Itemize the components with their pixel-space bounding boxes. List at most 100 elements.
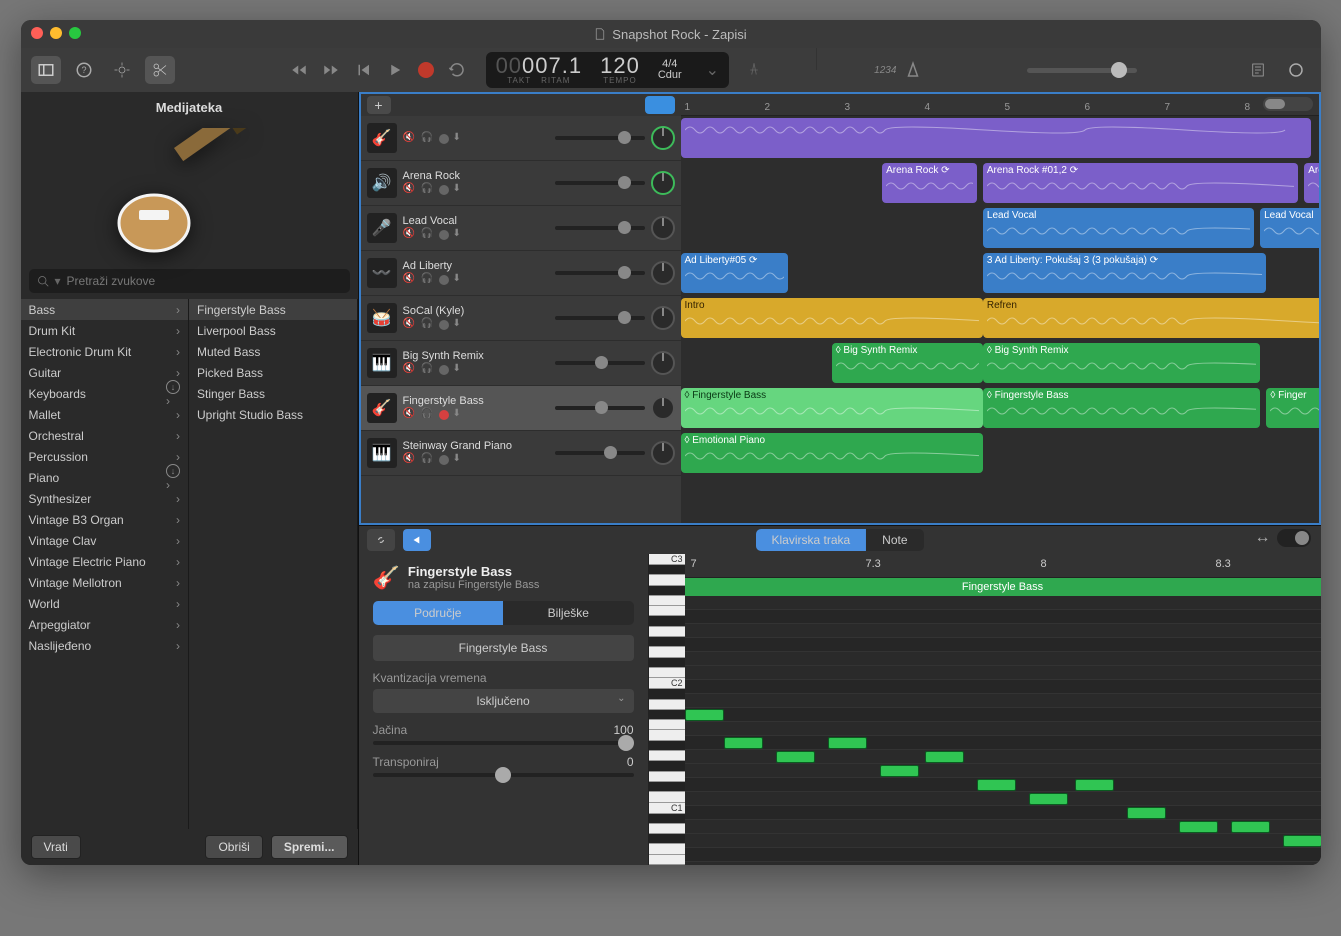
record-enable-icon[interactable] [439, 275, 449, 285]
record-button[interactable] [418, 62, 434, 78]
track-header[interactable]: 🔊 Arena Rock 🔇 🎧 ⬇ [361, 161, 681, 206]
region[interactable]: Refren [983, 298, 1319, 338]
midi-note[interactable] [1231, 821, 1270, 833]
track-volume-slider[interactable] [555, 406, 645, 410]
solo-icon[interactable]: 🎧 [421, 228, 435, 242]
tab-score[interactable]: Note [866, 529, 923, 551]
library-category-item[interactable]: Piano↓ › [21, 467, 189, 488]
metronome-button[interactable] [904, 61, 922, 79]
library-category-item[interactable]: Vintage Mellotron› [21, 572, 189, 593]
lcd-display[interactable]: 00007.1TAKTRITAM 120TEMPO 4/4Cdur ⌄ [486, 52, 730, 88]
library-preset-item[interactable]: Stinger Bass [189, 383, 357, 404]
mute-icon[interactable]: 🔇 [403, 453, 417, 467]
lcd-tempo[interactable]: 120 [600, 55, 640, 77]
tab-notes[interactable]: Bilješke [503, 601, 634, 625]
close-window-icon[interactable] [31, 27, 43, 39]
loop-browser-button[interactable] [1281, 56, 1311, 84]
midi-note[interactable] [724, 737, 763, 749]
record-enable-icon[interactable] [439, 455, 449, 465]
track-header[interactable]: 🎹 Steinway Grand Piano 🔇 🎧 ⬇ [361, 431, 681, 476]
region[interactable]: ◊ Fingerstyle Bass [681, 388, 983, 428]
master-volume-slider[interactable] [1027, 68, 1137, 73]
timeline[interactable]: 12345678 Arena Rock ⟳Arena Rock #01,2 ⟳A… [681, 94, 1319, 523]
solo-icon[interactable]: 🎧 [421, 183, 435, 197]
record-enable-icon[interactable] [439, 365, 449, 375]
midi-note[interactable] [880, 765, 919, 777]
notepad-button[interactable] [1243, 56, 1273, 84]
mute-icon[interactable]: 🔇 [403, 363, 417, 377]
strength-slider[interactable] [373, 741, 634, 745]
count-in-button[interactable]: 1234 [874, 65, 896, 76]
piano-roll-grid[interactable] [685, 596, 1321, 865]
record-enable-icon[interactable] [439, 410, 449, 420]
track-header[interactable]: 🎸 🔇 🎧 ⬇ [361, 116, 681, 161]
record-enable-icon[interactable] [439, 230, 449, 240]
track-pan-knob[interactable] [651, 261, 675, 285]
cycle-button[interactable] [448, 61, 466, 79]
track-volume-slider[interactable] [555, 181, 645, 185]
region-name-button[interactable]: Fingerstyle Bass [373, 635, 634, 661]
record-enable-icon[interactable] [439, 320, 449, 330]
library-category-item[interactable]: Bass› [21, 299, 189, 320]
input-monitor-icon[interactable]: ⬇ [453, 183, 467, 197]
library-category-item[interactable]: Synthesizer› [21, 488, 189, 509]
library-category-item[interactable]: Electronic Drum Kit› [21, 341, 189, 362]
library-preset-item[interactable]: Upright Studio Bass [189, 404, 357, 425]
library-category-item[interactable]: Percussion› [21, 446, 189, 467]
editor-view-tabs[interactable]: Klavirska traka Note [755, 529, 923, 551]
mute-icon[interactable]: 🔇 [403, 183, 417, 197]
track-pan-knob[interactable] [651, 126, 675, 150]
delete-button[interactable]: Obriši [205, 835, 262, 859]
library-category-item[interactable]: Mallet› [21, 404, 189, 425]
add-track-button[interactable]: + [367, 96, 391, 114]
piano-roll-ruler[interactable]: 77.388.3 [685, 554, 1321, 578]
library-category-item[interactable]: Guitar› [21, 362, 189, 383]
solo-icon[interactable]: 🎧 [421, 132, 435, 146]
record-enable-icon[interactable] [439, 185, 449, 195]
region[interactable]: Lead Vocal [1260, 208, 1318, 248]
input-monitor-icon[interactable]: ⬇ [453, 408, 467, 422]
minimize-window-icon[interactable] [50, 27, 62, 39]
horizontal-zoom[interactable] [1263, 97, 1313, 111]
region[interactable]: ◊ Big Synth Remix [832, 343, 983, 383]
input-monitor-icon[interactable]: ⬇ [453, 453, 467, 467]
midi-note[interactable] [1179, 821, 1218, 833]
rewind-button[interactable] [290, 61, 308, 79]
input-monitor-icon[interactable]: ⬇ [453, 273, 467, 287]
tuner-button[interactable] [739, 56, 769, 84]
region[interactable]: ◊ Finger [1266, 388, 1318, 428]
play-button[interactable] [386, 61, 404, 79]
library-category-item[interactable]: Keyboards↓ › [21, 383, 189, 404]
midi-note[interactable] [977, 779, 1016, 791]
track-header[interactable]: 🎹 Big Synth Remix 🔇 🎧 ⬇ [361, 341, 681, 386]
track-pan-knob[interactable] [651, 396, 675, 420]
traffic-lights[interactable] [31, 27, 81, 39]
go-to-beginning-button[interactable] [354, 61, 372, 79]
piano-roll[interactable]: 77.388.3 Fingerstyle Bass [685, 554, 1321, 865]
input-monitor-icon[interactable]: ⬇ [453, 228, 467, 242]
mute-icon[interactable]: 🔇 [403, 273, 417, 287]
region[interactable]: 3 Ad Liberty: Pokušaj 3 (3 pokušaja) ⟳ [983, 253, 1267, 293]
solo-icon[interactable]: 🎧 [421, 273, 435, 287]
library-col-presets[interactable]: Fingerstyle BassLiverpool BassMuted Bass… [189, 299, 358, 829]
track-header[interactable]: 🥁 SoCal (Kyle) 🔇 🎧 ⬇ [361, 296, 681, 341]
region[interactable]: ◊ Big Synth Remix [983, 343, 1260, 383]
library-category-item[interactable]: Drum Kit› [21, 320, 189, 341]
region[interactable]: Arena R [1304, 163, 1318, 203]
track-volume-slider[interactable] [555, 136, 645, 140]
input-monitor-icon[interactable]: ⬇ [453, 363, 467, 377]
library-search-input[interactable]: ▾ Pretraži zvukove [29, 269, 350, 293]
editor-zoom-toggle[interactable]: ↔ [1255, 529, 1311, 547]
mute-icon[interactable]: 🔇 [403, 132, 417, 146]
library-preset-item[interactable]: Picked Bass [189, 362, 357, 383]
library-preset-item[interactable]: Fingerstyle Bass [189, 299, 357, 320]
track-volume-slider[interactable] [555, 226, 645, 230]
midi-note[interactable] [828, 737, 867, 749]
mute-icon[interactable]: 🔇 [403, 228, 417, 242]
library-category-item[interactable]: Naslijeđeno› [21, 635, 189, 656]
quantize-select[interactable]: Isključeno [373, 689, 634, 713]
region[interactable]: ◊ Fingerstyle Bass [983, 388, 1260, 428]
tab-region[interactable]: Područje [373, 601, 504, 625]
library-category-item[interactable]: Vintage Electric Piano› [21, 551, 189, 572]
region[interactable]: ◊ Emotional Piano [681, 433, 983, 473]
